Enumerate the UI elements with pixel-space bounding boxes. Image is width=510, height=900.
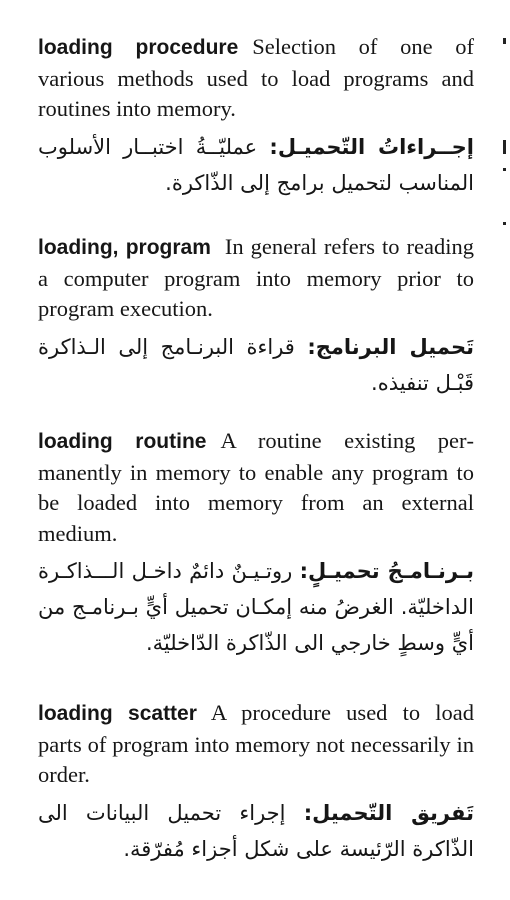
entry-arabic: إجــراءاتُ التّحميـل: عمليّــةُ اختبــار…: [38, 129, 474, 201]
dictionary-entry: loading procedure Selection of one of var…: [38, 32, 474, 201]
entry-english: loading, program In general refers to rea…: [38, 232, 474, 325]
page-edge-mark: [503, 140, 506, 154]
dictionary-entry: loading scatter A procedure used to load …: [38, 698, 474, 867]
page-edge-mark: [503, 38, 506, 44]
entry-term-ar: تَفريق التّحميل:: [303, 800, 474, 825]
entry-english: loading scatter A procedure used to load …: [38, 698, 474, 791]
entry-english: loading procedure Selection of one of var…: [38, 32, 474, 125]
entry-arabic: تَحميل البرنامج: قراءة البرنـامج إلى الـ…: [38, 329, 474, 401]
dictionary-entry: loading routine A routine existing per­ma…: [38, 426, 474, 661]
dictionary-entry: loading, program In general refers to rea…: [38, 232, 474, 401]
entry-term-ar: بـرنـامـجُ تحميـلٍ:: [299, 559, 474, 583]
page-edge-mark: [503, 168, 506, 171]
entry-term: loading routine: [38, 430, 207, 453]
entry-term: loading, program: [38, 236, 211, 259]
entry-term-ar: تَحميل البرنامج:: [307, 334, 474, 359]
page-edge-mark: [503, 222, 506, 225]
entry-english: loading routine A routine existing per­ma…: [38, 426, 474, 549]
entry-term-ar: إجــراءاتُ التّحميـل:: [269, 134, 474, 159]
entry-arabic: بـرنـامـجُ تحميـلٍ: روتـيـنٌ دائمٌ داخـل…: [38, 553, 474, 661]
entry-term: loading procedure: [38, 36, 239, 59]
entry-term: loading scatter: [38, 702, 197, 725]
entry-arabic: تَفريق التّحميل: إجراء تحميل البيانات ال…: [38, 795, 474, 867]
